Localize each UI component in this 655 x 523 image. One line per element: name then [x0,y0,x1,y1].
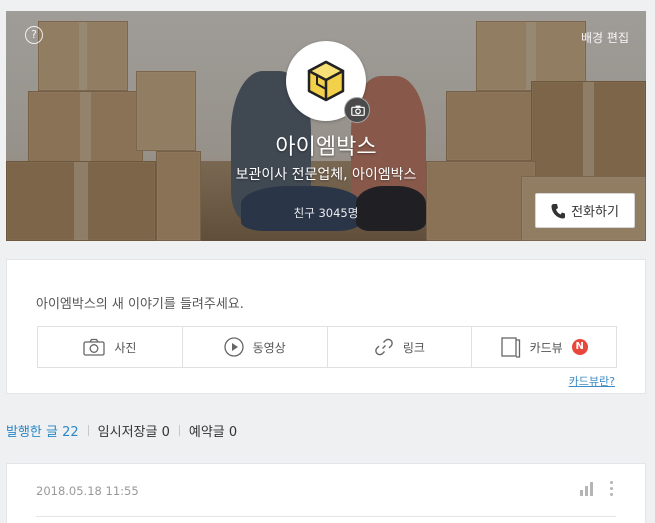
post-date: 2018.05.18 11:55 [36,484,139,498]
cover-banner: ? 배경 편집 아이엠박스 보관이사 전문업체, 아이엠박스 친구 3045명 … [6,11,646,241]
camera-icon [351,105,365,116]
profile-camera-button[interactable] [344,97,370,123]
post-tabs: 발행한 글 22 임시저장글 0 예약글 0 [6,421,237,440]
composer-prompt[interactable]: 아이엠박스의 새 이야기를 들려주세요. [36,293,244,312]
composer-actions: 사진 동영상 링크 카드뷰 N [37,326,617,368]
play-icon [223,337,244,357]
background-edit-link[interactable]: 배경 편집 [581,29,629,46]
tab-published[interactable]: 발행한 글 22 [6,421,79,440]
add-link-button[interactable]: 링크 [326,327,472,367]
post-divider [36,516,616,517]
more-icon[interactable] [607,479,615,497]
post-card: 2018.05.18 11:55 [6,463,646,523]
help-icon[interactable]: ? [25,26,43,44]
add-cardview-button[interactable]: 카드뷰 N [471,327,616,367]
call-button-label: 전화하기 [571,205,619,220]
cardview-help-link[interactable]: 카드뷰란? [569,373,615,389]
stats-icon[interactable] [579,481,595,497]
add-video-label: 동영상 [252,340,286,355]
call-button[interactable]: 전화하기 [535,193,635,228]
tab-scheduled[interactable]: 예약글 0 [189,421,237,440]
channel-description: 보관이사 전문업체, 아이엠박스 [235,167,417,183]
cube-icon [307,60,345,102]
new-badge: N [571,339,588,355]
add-photo-button[interactable]: 사진 [38,327,182,367]
camera-icon [83,338,105,356]
tab-divider [178,425,180,436]
post-composer: 아이엠박스의 새 이야기를 들려주세요. 사진 동영상 링크 카드뷰 N 카드뷰… [6,259,646,394]
phone-icon [551,203,566,218]
tab-drafts[interactable]: 임시저장글 0 [98,421,170,440]
add-video-button[interactable]: 동영상 [181,327,327,367]
add-photo-label: 사진 [114,340,137,355]
add-link-label: 링크 [402,340,425,355]
tab-divider [87,425,89,436]
add-cardview-label: 카드뷰 [529,340,563,355]
cardview-icon [500,337,520,358]
link-icon [375,338,393,356]
channel-name: 아이엠박스 [275,135,377,160]
